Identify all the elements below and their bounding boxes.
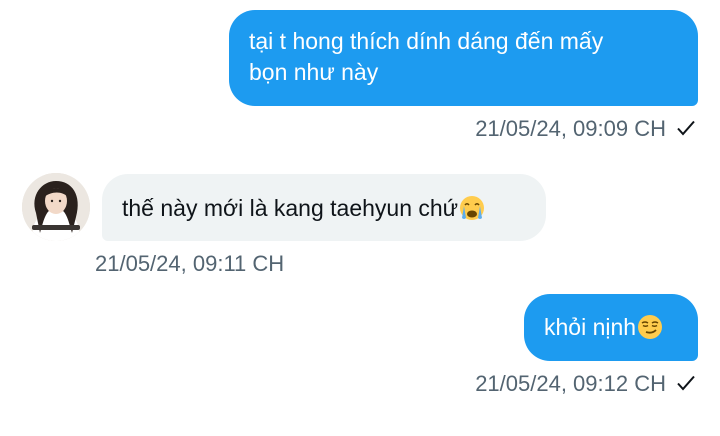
- outgoing-message-bubble[interactable]: tại t hong thích dính dáng đến mấy bọn n…: [229, 10, 698, 106]
- crying-face-emoji: [459, 195, 485, 221]
- checkmark-icon: [676, 117, 696, 143]
- message-timestamp: 21/05/24, 09:09 CH: [475, 116, 666, 141]
- chat-thread: tại t hong thích dính dáng đến mấy bọn n…: [0, 0, 720, 436]
- message-timestamp: 21/05/24, 09:11 CH: [95, 251, 285, 276]
- message-timestamp: 21/05/24, 09:12 CH: [475, 371, 666, 396]
- sender-avatar[interactable]: [22, 173, 90, 241]
- incoming-message-bubble[interactable]: thế này mới là kang taehyun chứ: [102, 174, 546, 241]
- message-text-line: bọn như này: [249, 59, 379, 85]
- message-timestamp-row: 21/05/24, 09:09 CH: [475, 116, 696, 143]
- message-text: thế này mới là kang taehyun chứ: [122, 195, 459, 221]
- outgoing-message-bubble[interactable]: khỏi nịnh: [524, 294, 698, 361]
- message-timestamp-row: 21/05/24, 09:12 CH: [475, 371, 696, 398]
- message-text-line: tại t hong thích dính dáng đến mấy: [249, 28, 604, 54]
- smirking-face-emoji: [637, 314, 663, 340]
- message-text: khỏi nịnh: [544, 314, 637, 340]
- checkmark-icon: [676, 372, 696, 398]
